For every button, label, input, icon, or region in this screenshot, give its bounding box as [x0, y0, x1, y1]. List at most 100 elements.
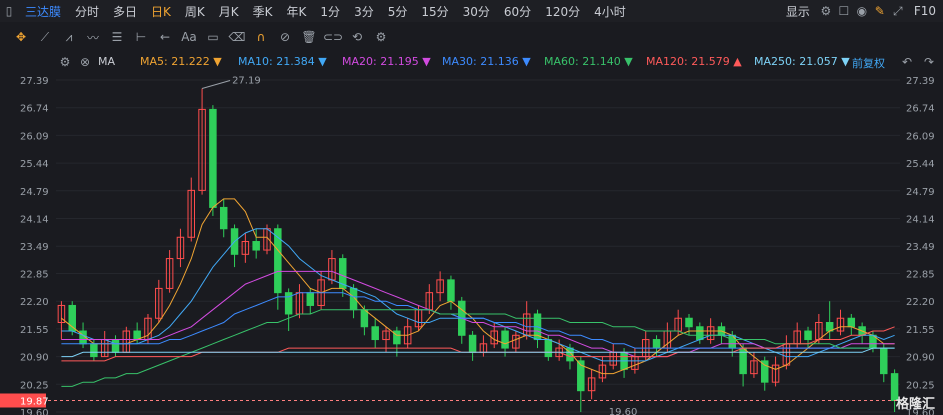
crosshair-icon[interactable]: ✥ [12, 28, 30, 46]
candlestick-chart[interactable]: 27.39 27.39 26.74 26.74 26.09 26.09 25.44 25.44… [0, 74, 943, 415]
candle-body [360, 309, 369, 328]
ma-value: MA10: 21.384 ▼ [238, 55, 327, 68]
ma-value: MA20: 21.195 ▼ [342, 55, 431, 68]
period-tab[interactable]: 3分 [347, 3, 381, 20]
period-tab[interactable]: 120分 [538, 3, 587, 20]
period-tab[interactable]: 5分 [381, 3, 415, 20]
candle-body [652, 339, 661, 349]
delete-icon[interactable]: 🗑 [300, 28, 318, 46]
candle-body [90, 343, 98, 358]
period-tab[interactable]: 月K [212, 3, 246, 20]
period-tab[interactable]: 日K [144, 3, 178, 20]
candle-body [760, 360, 769, 383]
candle-body [219, 206, 228, 230]
link-icon[interactable]: ⊂⊃ [323, 28, 343, 46]
candle-body [847, 317, 856, 328]
period-tab[interactable]: 年K [280, 3, 314, 20]
drawing-toolbar: ✥ ⟋ ⩘ 〰 ☰ ⊢ ← Aa ▭ ⌫ ∩ ⊘ 🗑 ⊂⊃ ⟲ ⚙ [0, 26, 943, 48]
magnet-icon[interactable]: ∩ [252, 28, 270, 46]
wave-tool-icon[interactable]: 〰 [84, 28, 102, 46]
candle-body [274, 228, 282, 294]
range-tool-icon[interactable]: ⊢ [132, 28, 150, 46]
ma-line-ma5 [61, 198, 895, 375]
y-tick-label-left: 22.85 [20, 269, 49, 280]
stock-name[interactable]: 三达膜 [18, 3, 68, 20]
tool-settings-icon[interactable]: ⚙ [372, 28, 390, 46]
settings-icon[interactable]: ⚙ [817, 2, 835, 20]
adjust-mode[interactable]: 前复权 [852, 55, 885, 71]
ma-settings-icon[interactable]: ⚙ [56, 53, 74, 71]
fib-tool-icon[interactable]: ☰ [108, 28, 126, 46]
min-label: 19.60 [609, 407, 638, 415]
period-tabs: 分时 多日 日K 周K 月K 季K 年K 1分 3分 5分 15分 30分 60分 120分 4小时 [68, 3, 633, 20]
candle-body [685, 317, 693, 328]
y-tick-label-right: 23.49 [906, 242, 935, 253]
candle-body [804, 330, 812, 341]
undo-icon[interactable]: ↶ [898, 53, 916, 71]
period-bar: ▯ 三达膜 分时 多日 日K 周K 月K 季K 年K 1分 3分 5分 15分 30分 60分 120分 4… [0, 0, 943, 22]
period-tab[interactable]: 4小时 [587, 3, 633, 20]
ma-indicator-bar: ⚙ ⊗ MA MA5: 21.222 ▼ MA10: 21.384 ▼ MA20: … [0, 52, 943, 72]
y-tick-label-left: 24.14 [20, 215, 49, 226]
y-tick-label-right: 22.85 [906, 269, 935, 280]
redo-icon[interactable]: ↷ [920, 53, 938, 71]
ma-value: MA250: 21.057 ▼ [754, 55, 850, 68]
ma-value: MA120: 21.579 ▲ [646, 55, 742, 68]
eraser-icon[interactable]: ⌫ [228, 28, 246, 46]
channel-tool-icon[interactable]: ⩘ [60, 28, 78, 46]
sync-icon[interactable]: ⟲ [348, 28, 366, 46]
candle-body [252, 241, 260, 251]
y-tick-label-right: 24.14 [906, 215, 935, 226]
candle-body [696, 326, 704, 341]
y-tick-label-right: 26.09 [906, 131, 935, 142]
candle-body [544, 339, 553, 358]
ma-line-ma250 [61, 347, 895, 358]
candle-body [501, 330, 509, 349]
candle-body [306, 292, 315, 306]
period-tab[interactable]: 分时 [68, 3, 106, 20]
y-tick-label-left: 19.60 [20, 408, 49, 415]
period-tab[interactable]: 60分 [497, 3, 538, 20]
y-tick-label-left: 20.90 [20, 353, 49, 364]
candle-body [111, 339, 120, 353]
expand-icon[interactable]: ⤢ [889, 2, 907, 20]
ma-line-ma120 [61, 326, 895, 362]
camera-icon[interactable]: ◉ [853, 2, 871, 20]
display-menu[interactable]: 显示 [779, 3, 817, 20]
y-tick-label-left: 27.39 [20, 76, 49, 87]
y-tick-label-right: 22.20 [906, 297, 935, 308]
f10-button[interactable]: F10 [907, 4, 943, 18]
sidebar-toggle-icon[interactable]: ▯ [0, 2, 18, 20]
ma-value: MA5: 21.222 ▼ [140, 55, 222, 68]
y-tick-label-right: 21.55 [906, 325, 935, 336]
candle-body [209, 108, 217, 208]
ma-value: MA60: 21.140 ▼ [544, 55, 633, 68]
y-tick-label-left: 23.49 [20, 242, 49, 253]
period-tab[interactable]: 多日 [106, 3, 144, 20]
pencil-icon[interactable]: ✎ [871, 2, 889, 20]
checkbox-icon[interactable]: ☐ [835, 2, 853, 20]
period-tab[interactable]: 15分 [414, 3, 455, 20]
current-price-label: 19.87 [20, 396, 49, 407]
ma-close-icon[interactable]: ⊗ [76, 53, 94, 71]
y-tick-label-left: 26.74 [20, 104, 49, 115]
max-label: 27.19 [232, 76, 261, 87]
period-tab[interactable]: 1分 [313, 3, 347, 20]
y-tick-label-left: 21.55 [20, 325, 49, 336]
max-marker [201, 80, 231, 90]
y-tick-label-right: 26.74 [906, 104, 935, 115]
y-tick-label-left: 26.09 [20, 131, 49, 142]
y-tick-label-right: 25.44 [906, 159, 935, 170]
text-tool-icon[interactable]: Aa [180, 28, 198, 46]
period-tab[interactable]: 周K [178, 3, 212, 20]
ma-value: MA30: 21.136 ▼ [442, 55, 531, 68]
y-tick-label-left: 25.44 [20, 159, 49, 170]
period-tab[interactable]: 30分 [456, 3, 497, 20]
candle-body [468, 334, 477, 353]
arrow-tool-icon[interactable]: ← [156, 28, 174, 46]
period-tab[interactable]: 季K [246, 3, 280, 20]
line-tool-icon[interactable]: ⟋ [36, 28, 54, 46]
hide-icon[interactable]: ⊘ [276, 28, 294, 46]
y-tick-label-left: 24.79 [20, 187, 49, 198]
comment-tool-icon[interactable]: ▭ [204, 28, 222, 46]
